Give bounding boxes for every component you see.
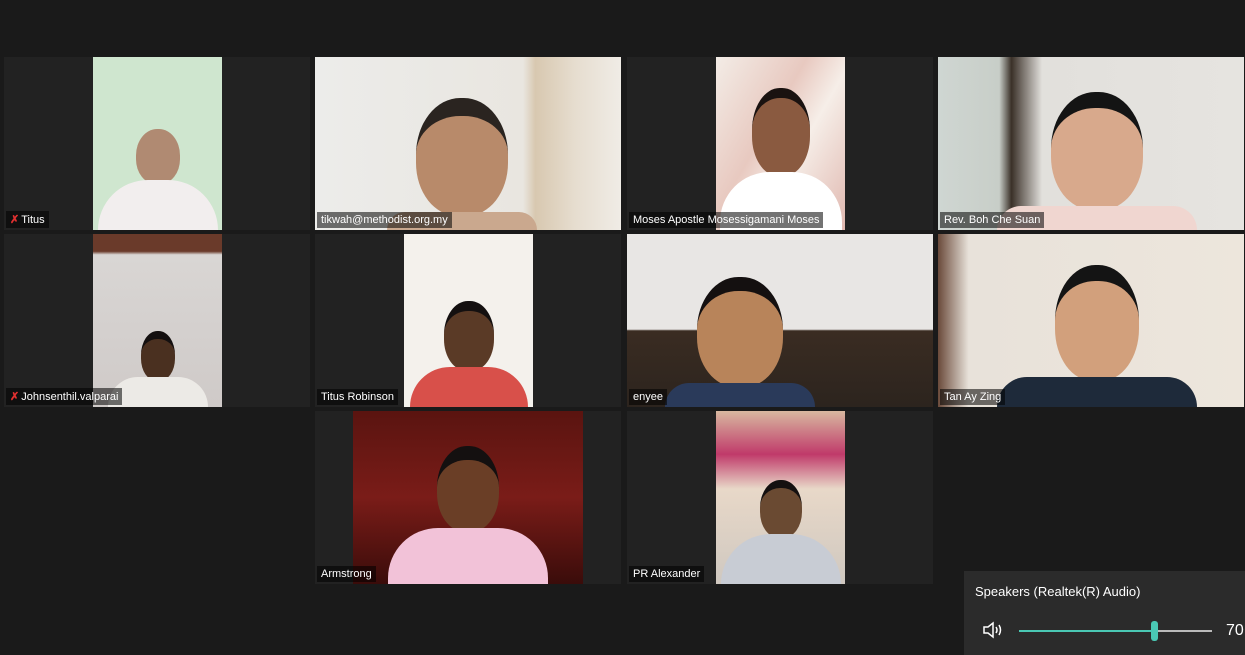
participant-video (404, 234, 533, 407)
speaker-volume-popup: Speakers (Realtek(R) Audio) 70 (964, 571, 1245, 655)
volume-slider-thumb[interactable] (1151, 621, 1159, 641)
participant-name-label: ✗ Johnsenthil.valparai (6, 388, 123, 405)
participant-figure (720, 480, 841, 584)
participant-video (716, 411, 845, 584)
participant-figure (97, 129, 218, 230)
participant-tile[interactable]: tikwah@methodist.org.my (315, 57, 621, 230)
volume-slider[interactable] (1019, 621, 1212, 641)
participant-video (938, 234, 1244, 407)
participant-figure (386, 98, 537, 230)
participant-name-label: PR Alexander (629, 566, 705, 582)
participant-tile[interactable]: Titus Robinson (315, 234, 621, 407)
participant-figure (409, 301, 528, 407)
mic-muted-icon: ✗ (10, 391, 20, 403)
audio-device-label: Speakers (Realtek(R) Audio) (975, 584, 1141, 599)
participant-tile[interactable]: Armstrong (315, 411, 621, 584)
participant-figure (107, 331, 208, 407)
participant-name-label: Titus Robinson (317, 389, 398, 405)
participant-figure (665, 277, 816, 407)
participant-video (627, 234, 933, 407)
participant-tile[interactable]: Moses Apostle Mosessigamani Moses (627, 57, 933, 230)
participant-tile[interactable]: ✗ Titus (4, 57, 310, 230)
participant-tile[interactable]: Rev. Boh Che Suan (938, 57, 1244, 230)
participant-figure (997, 265, 1198, 407)
participant-tile-active-speaker[interactable]: Tan Ay Zing (938, 234, 1244, 407)
participant-tile[interactable]: PR Alexander (627, 411, 933, 584)
participant-figure (997, 92, 1198, 230)
participant-tile[interactable]: ✗ Johnsenthil.valparai (4, 234, 310, 407)
participant-video (93, 234, 222, 407)
participant-name-label: ✗ Titus (6, 211, 49, 228)
participant-video (315, 57, 621, 230)
participant-name-label: Rev. Boh Che Suan (940, 212, 1045, 228)
participant-name-label: enyee (629, 389, 667, 405)
volume-slider-fill (1019, 630, 1155, 632)
participant-video (353, 411, 583, 584)
mic-muted-icon: ✗ (10, 214, 20, 226)
participant-video (938, 57, 1244, 230)
participant-name-label: tikwah@methodist.org.my (317, 212, 452, 228)
participant-video (93, 57, 222, 230)
participant-video (716, 57, 845, 230)
speaker-icon[interactable] (982, 620, 1006, 640)
participant-tile[interactable]: enyee (627, 234, 933, 407)
participant-figure (388, 446, 548, 584)
participant-name-label: Armstrong (317, 566, 376, 582)
participant-name-label: Moses Apostle Mosessigamani Moses (629, 212, 824, 228)
volume-value: 70 (1226, 622, 1244, 639)
participant-figure (719, 88, 842, 230)
participant-name-label: Tan Ay Zing (940, 389, 1006, 405)
